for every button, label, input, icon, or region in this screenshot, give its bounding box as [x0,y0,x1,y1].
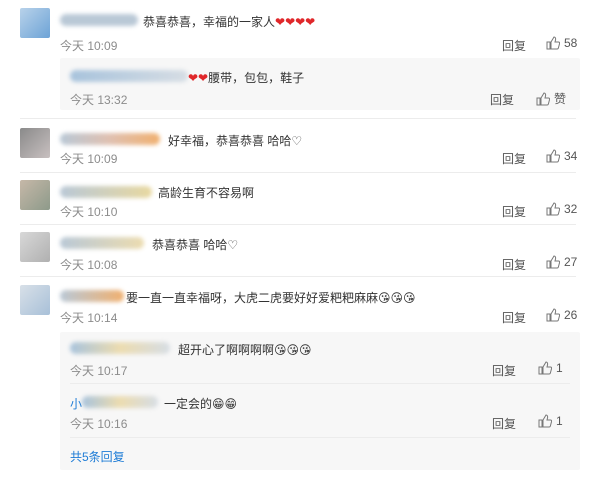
timestamp: 今天 10:17 [70,364,128,378]
reply-text: 一定会的😁😁 [164,397,238,411]
kiss-emoji: 😘😘😘 [378,291,416,305]
timestamp: 今天 10:09 [60,152,118,166]
username-blurred[interactable] [60,237,144,249]
thumbs-up-icon [538,414,552,428]
like-button[interactable]: 1 [538,361,563,375]
thumbs-up-icon [546,308,560,322]
thumbs-up-icon [536,91,550,105]
username-blurred[interactable] [60,14,138,26]
like-count: 34 [564,149,578,163]
like-button[interactable]: 1 [538,414,563,428]
like-count: 1 [556,414,563,428]
reply-button[interactable]: 回复 [502,203,526,220]
reply-text: ❤❤腰带，包包，鞋子 [188,71,305,85]
like-button[interactable]: 58 [546,36,577,50]
like-count: 58 [564,36,578,50]
avatar[interactable] [20,128,50,158]
divider [70,383,570,384]
divider [70,437,570,438]
comment-text: 好幸福，恭喜恭喜 哈哈♡ [168,134,303,148]
grin-emoji: 😁😁 [212,397,238,411]
thumbs-up-icon [546,202,560,216]
like-button[interactable]: 34 [546,149,577,163]
timestamp: 今天 10:14 [60,311,118,325]
timestamp: 今天 13:32 [70,93,128,107]
heart-emoji: ❤❤ [188,71,209,85]
avatar[interactable] [20,285,50,315]
like-label: 赞 [554,92,567,106]
divider [20,276,576,277]
comment-text: 恭喜恭喜，幸福的一家人❤❤❤❤ [143,15,316,29]
like-count: 26 [564,308,578,322]
kiss-emoji: 😘😘😘 [274,343,312,357]
like-button[interactable]: 32 [546,202,577,216]
avatar[interactable] [20,232,50,262]
like-button[interactable]: 27 [546,255,577,269]
like-count: 32 [564,202,578,216]
thumbs-up-icon [546,36,560,50]
username-blurred[interactable] [60,290,124,302]
username-blurred[interactable] [60,186,152,198]
timestamp: 今天 10:09 [60,39,118,53]
username-blurred[interactable] [82,396,158,408]
comment-text: 恭喜恭喜 哈哈♡ [152,238,239,252]
avatar[interactable] [20,8,50,38]
timestamp: 今天 10:08 [60,258,118,272]
divider [20,172,576,173]
divider [20,118,576,119]
timestamp: 今天 10:10 [60,205,118,219]
view-all-replies-link[interactable]: 共5条回复 [70,448,125,465]
username-blurred[interactable] [60,133,160,145]
thumbs-up-icon [546,255,560,269]
username-blurred[interactable] [70,342,170,354]
heart-emoji: ❤❤❤❤ [275,15,316,29]
reply-button[interactable]: 回复 [502,256,526,273]
reply-button[interactable]: 回复 [492,362,516,379]
reply-button[interactable]: 回复 [502,37,526,54]
username-blurred[interactable] [70,70,188,82]
username-prefix[interactable]: 小 [70,395,82,412]
like-button[interactable]: 26 [546,308,577,322]
reply-button[interactable]: 回复 [502,150,526,167]
reply-button[interactable]: 回复 [490,91,514,108]
comment-text: 要一直一直幸福呀，大虎二虎要好好爱粑粑麻麻😘😘😘 [126,291,416,305]
divider [20,224,576,225]
thumbs-up-icon [538,361,552,375]
thumbs-up-icon [546,149,560,163]
timestamp: 今天 10:16 [70,417,128,431]
reply-button[interactable]: 回复 [492,415,516,432]
reply-button[interactable]: 回复 [502,309,526,326]
like-count: 1 [556,361,563,375]
avatar[interactable] [20,180,50,210]
like-button[interactable]: 赞 [536,90,566,107]
comment-text: 高龄生育不容易啊 [158,186,255,200]
like-count: 27 [564,255,578,269]
reply-text: 超开心了啊啊啊啊😘😘😘 [178,343,312,357]
